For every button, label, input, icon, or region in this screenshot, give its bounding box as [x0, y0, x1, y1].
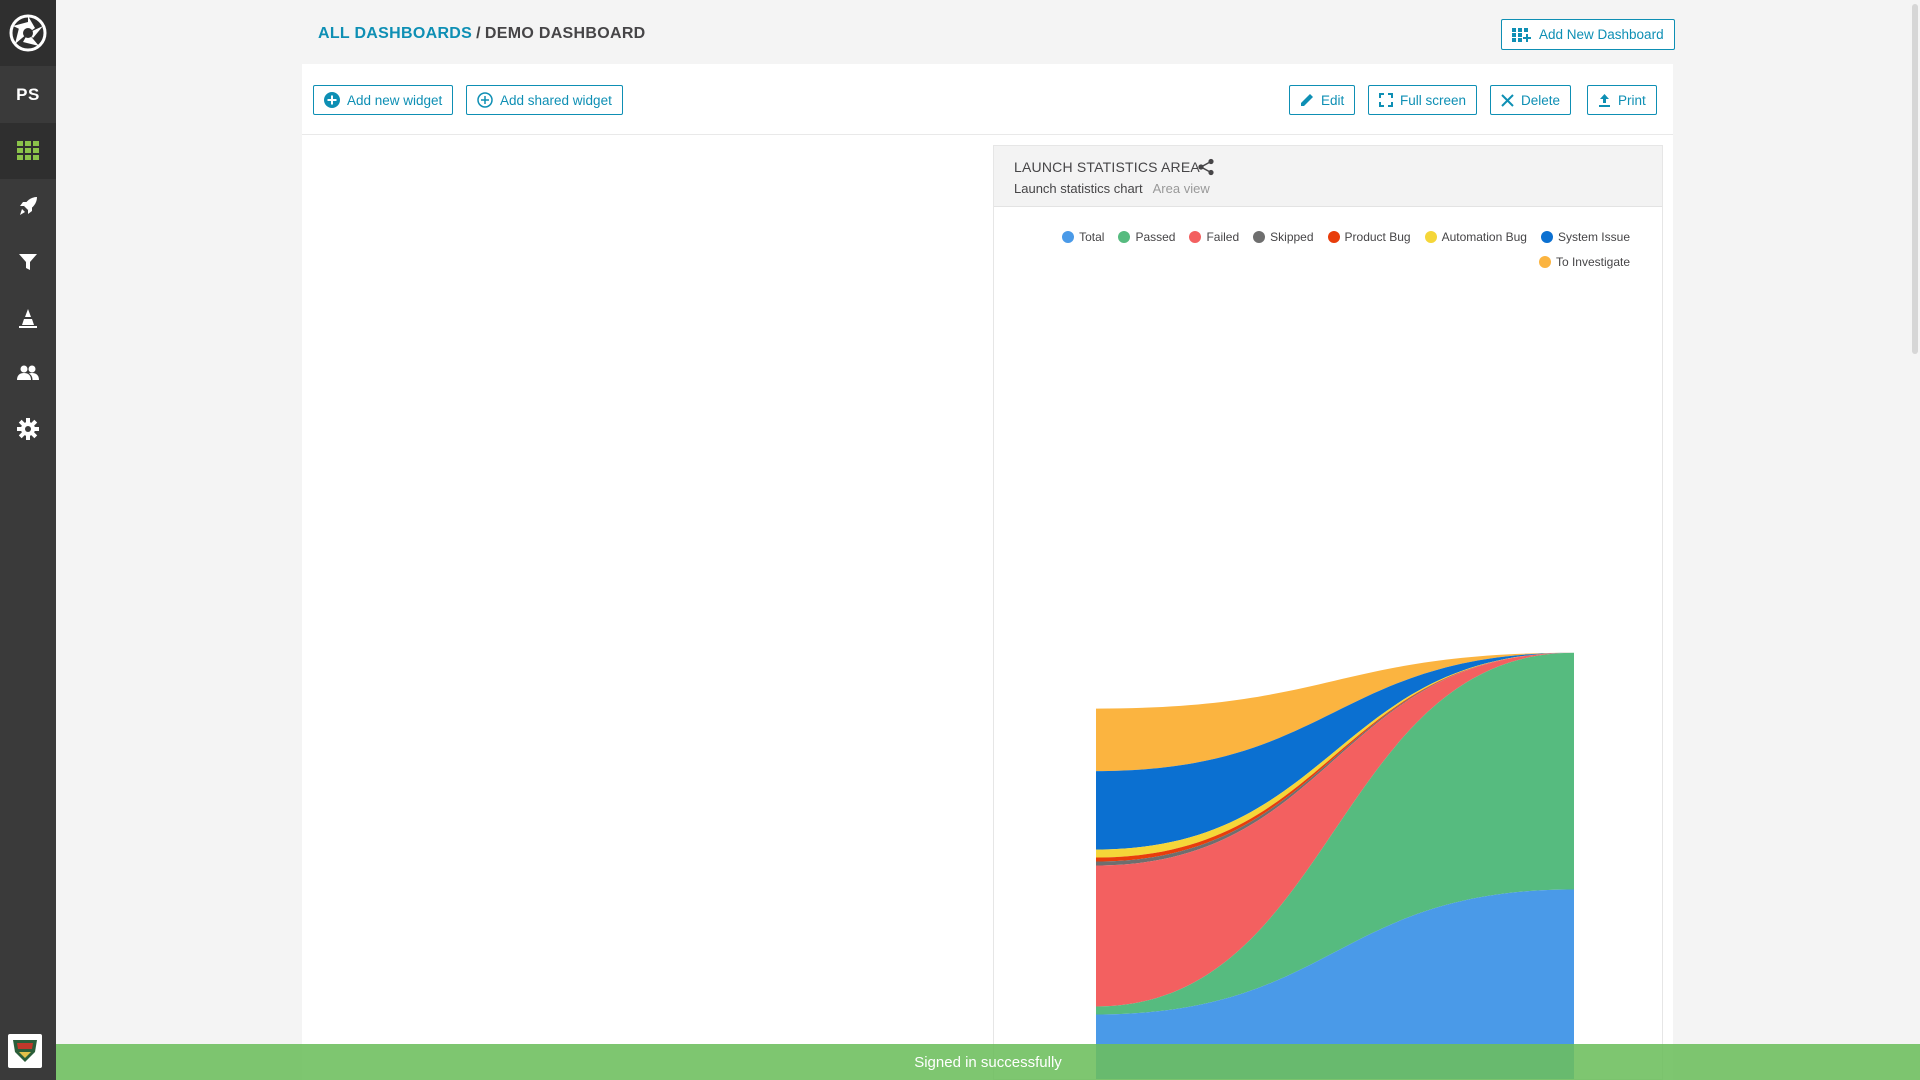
sidebar-item-debug[interactable]: [0, 290, 56, 346]
legend-item[interactable]: Skipped: [1253, 230, 1314, 244]
legend-dot: [1253, 231, 1266, 243]
sidebar: PS: [0, 0, 56, 1080]
breadcrumb-current-dashboard: DEMO DASHBOARD: [484, 25, 646, 42]
legend-label: Failed: [1206, 230, 1240, 244]
add-dashboard-icon: [1512, 27, 1531, 42]
add-new-widget-button[interactable]: Add new widget: [313, 85, 454, 115]
add-new-dashboard-button[interactable]: Add New Dashboard: [1501, 19, 1675, 50]
plus-circle-outline-icon: [477, 92, 493, 108]
widget-subtitle: Launch statistics chart Area view: [1014, 181, 1210, 196]
breadcrumb-separator: /: [476, 25, 481, 42]
toast-message: Signed in successfully: [914, 1053, 1062, 1071]
members-icon: [17, 365, 39, 380]
full-screen-button[interactable]: Full screen: [1368, 85, 1478, 115]
widget-view-label: Area view: [1152, 181, 1210, 196]
sidebar-item-members[interactable]: [0, 345, 56, 401]
widget-header: LAUNCH STATISTICS AREA Launch statistics…: [994, 146, 1662, 207]
legend-item[interactable]: Passed: [1118, 230, 1175, 244]
close-icon: [1501, 93, 1514, 107]
chart-legend: Total Passed Failed Skipped Product Bug Autom…: [1054, 230, 1630, 269]
pencil-icon: [1301, 94, 1313, 106]
sidebar-item-settings[interactable]: [0, 401, 56, 457]
grid-icon: [17, 141, 39, 160]
sidebar-item-filters[interactable]: [0, 234, 56, 290]
legend-label: Skipped: [1270, 230, 1314, 244]
legend-dot: [1327, 231, 1340, 243]
legend-label: Product Bug: [1344, 230, 1411, 244]
legend-label: Passed: [1135, 230, 1176, 244]
legend-label: To Investigate: [1555, 255, 1630, 269]
legend-label: System Issue: [1557, 230, 1630, 244]
launch-statistics-widget: LAUNCH STATISTICS AREA Launch statistics…: [993, 145, 1663, 1080]
share-icon[interactable]: [1197, 158, 1215, 176]
toolbar-divider: [302, 134, 1673, 135]
add-new-dashboard-label: Add New Dashboard: [1539, 27, 1664, 42]
print-button[interactable]: Print: [1587, 85, 1657, 115]
widget-title: LAUNCH STATISTICS AREA: [1014, 159, 1200, 175]
page-scrollbar-thumb[interactable]: [1912, 4, 1918, 354]
notification-toast: Signed in successfully: [56, 1044, 1920, 1080]
legend-dot: [1118, 231, 1131, 243]
area-chart: [1096, 652, 1574, 1079]
legend-item[interactable]: Failed: [1189, 230, 1239, 244]
legend-item[interactable]: System Issue: [1540, 230, 1630, 244]
sidebar-item-dashboards[interactable]: [0, 123, 56, 179]
upload-icon: [1599, 94, 1610, 107]
legend-dot: [1540, 231, 1553, 243]
legend-dot: [1189, 231, 1202, 243]
cone-icon: [19, 309, 37, 328]
filter-icon: [19, 254, 37, 270]
widget-type-label: Launch statistics chart: [1014, 181, 1143, 196]
sidebar-item-launches[interactable]: [0, 178, 56, 234]
rocket-icon: [20, 197, 37, 215]
legend-dot: [1424, 231, 1437, 243]
avatar-icon: [13, 1040, 37, 1062]
gear-icon: [17, 418, 39, 440]
aperture-logo-icon: [9, 14, 47, 52]
legend-label: Automation Bug: [1441, 230, 1527, 244]
project-label: PS: [16, 85, 40, 104]
edit-label: Edit: [1321, 92, 1345, 108]
user-avatar[interactable]: [8, 1034, 42, 1068]
edit-button[interactable]: Edit: [1289, 85, 1356, 115]
legend-item[interactable]: Total: [1062, 230, 1104, 244]
legend-dot: [1538, 256, 1551, 268]
add-shared-widget-label: Add shared widget: [500, 92, 612, 108]
plus-circle-icon: [324, 92, 340, 108]
legend-item[interactable]: To Investigate: [1538, 255, 1630, 269]
legend-label: Total: [1079, 230, 1105, 244]
legend-item[interactable]: Automation Bug: [1424, 230, 1527, 244]
legend-item[interactable]: Product Bug: [1327, 230, 1411, 244]
add-new-widget-label: Add new widget: [347, 92, 443, 108]
project-selector[interactable]: PS: [0, 67, 56, 123]
breadcrumb-all-dashboards[interactable]: ALL DASHBOARDS: [318, 25, 472, 42]
breadcrumb: ALL DASHBOARDS / DEMO DASHBOARD: [318, 25, 646, 43]
app-logo[interactable]: [0, 0, 56, 66]
legend-dot: [1062, 231, 1075, 243]
delete-button[interactable]: Delete: [1490, 85, 1572, 115]
expand-icon: [1379, 93, 1393, 107]
delete-label: Delete: [1521, 92, 1561, 108]
print-label: Print: [1618, 92, 1646, 108]
full-screen-label: Full screen: [1400, 92, 1467, 108]
add-shared-widget-button[interactable]: Add shared widget: [466, 85, 623, 115]
